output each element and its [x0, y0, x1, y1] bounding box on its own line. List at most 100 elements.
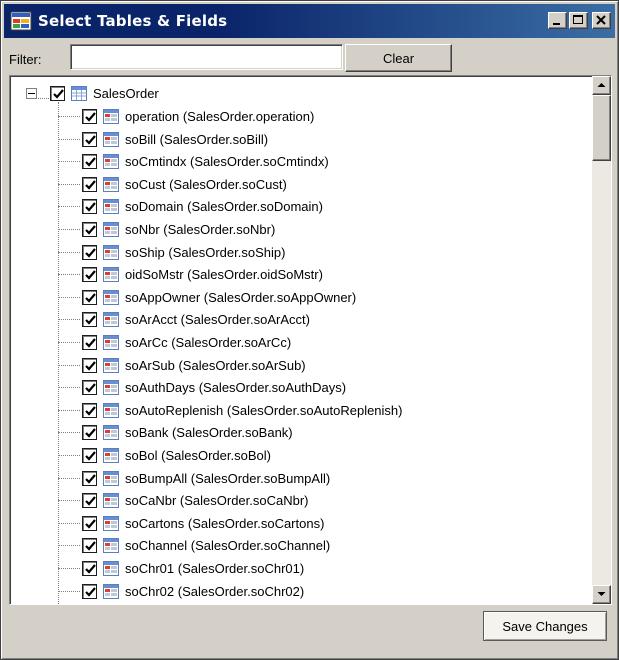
- field-checkbox[interactable]: [82, 109, 97, 124]
- tree-node-field[interactable]: soAppOwner (SalesOrder.soAppOwner): [12, 287, 582, 307]
- tree-connector: [58, 409, 80, 411]
- filter-input[interactable]: [70, 44, 343, 70]
- tree-node-field[interactable]: soChr01 (SalesOrder.soChr01): [12, 558, 582, 578]
- tree-node-field[interactable]: soChr02 (SalesOrder.soChr02): [12, 581, 582, 601]
- maximize-button[interactable]: [569, 12, 588, 29]
- field-checkbox[interactable]: [82, 131, 97, 147]
- tree-node-field[interactable]: soCartons (SalesOrder.soCartons): [12, 513, 582, 533]
- field-icon: [103, 357, 119, 373]
- tree-node-field[interactable]: soCust (SalesOrder.soCust): [12, 174, 582, 194]
- tree-node-field[interactable]: soBol (SalesOrder.soBol): [12, 445, 582, 465]
- tree-node-field[interactable]: soCaNbr (SalesOrder.soCaNbr): [12, 490, 582, 510]
- field-checkbox[interactable]: [82, 583, 97, 599]
- tree-node-field[interactable]: operation (SalesOrder.operation): [12, 106, 582, 126]
- close-button[interactable]: [592, 12, 611, 29]
- tree-node-field[interactable]: oidSoMstr (SalesOrder.oidSoMstr): [12, 264, 582, 284]
- collapse-toggle-icon[interactable]: [26, 88, 37, 99]
- tree-node-field[interactable]: soBank (SalesOrder.soBank): [12, 422, 582, 442]
- root-checkbox[interactable]: [50, 86, 65, 101]
- field-checkbox[interactable]: [82, 176, 97, 192]
- field-checkbox[interactable]: [82, 312, 97, 328]
- checkmark-icon: [85, 451, 96, 461]
- field-checkbox[interactable]: [82, 267, 97, 283]
- tree-node-field[interactable]: soBumpAll (SalesOrder.soBumpAll): [12, 468, 582, 488]
- arrow-down-icon: [597, 592, 606, 596]
- field-checkbox[interactable]: [82, 425, 97, 441]
- tree-connector: [58, 296, 80, 298]
- save-changes-button[interactable]: Save Changes: [483, 611, 607, 641]
- tree-connector: [58, 342, 80, 343]
- tree-node-root[interactable]: SalesOrder: [12, 83, 582, 103]
- tree-node-field[interactable]: soArCc (SalesOrder.soArCc): [12, 332, 582, 352]
- field-checkbox[interactable]: [82, 515, 97, 531]
- field-label: soDomain (SalesOrder.soDomain): [125, 199, 323, 215]
- tree-node-field[interactable]: soDomain (SalesOrder.soDomain): [12, 196, 582, 216]
- field-checkbox[interactable]: [82, 154, 97, 170]
- field-checkbox[interactable]: [82, 448, 97, 463]
- vertical-scrollbar[interactable]: [592, 76, 611, 604]
- tree-node-field[interactable]: soAutoReplenish (SalesOrder.soAutoReplen…: [12, 400, 582, 420]
- field-label: soCaNbr (SalesOrder.soCaNbr): [125, 493, 309, 509]
- field-checkbox[interactable]: [82, 493, 97, 509]
- checkmark-icon: [85, 202, 96, 213]
- field-icon: [103, 109, 119, 124]
- checkmark-icon: [85, 157, 96, 167]
- tree-node-field[interactable]: soShip (SalesOrder.soShip): [12, 242, 582, 262]
- field-icon: [103, 425, 119, 441]
- field-checkbox[interactable]: [82, 199, 97, 215]
- field-label: soArAcct (SalesOrder.soArAcct): [125, 312, 310, 328]
- field-checkbox[interactable]: [82, 335, 97, 350]
- arrow-up-icon: [597, 83, 606, 87]
- field-checkbox[interactable]: [82, 538, 97, 554]
- tree-connector: [58, 251, 80, 253]
- clear-button[interactable]: Clear: [345, 44, 452, 72]
- tree-node-field[interactable]: soChannel (SalesOrder.soChannel): [12, 535, 582, 555]
- tree-node-field[interactable]: soArAcct (SalesOrder.soArAcct): [12, 309, 582, 329]
- scroll-down-button[interactable]: [592, 585, 611, 604]
- field-checkbox[interactable]: [82, 402, 97, 418]
- field-icon: [103, 583, 119, 599]
- tree-connector: [58, 274, 80, 276]
- field-icon: [103, 289, 119, 305]
- field-checkbox[interactable]: [82, 357, 97, 373]
- field-label: soChr01 (SalesOrder.soChr01): [125, 561, 305, 576]
- tree-node-field[interactable]: soAuthDays (SalesOrder.soAuthDays): [12, 377, 582, 397]
- field-label: soBol (SalesOrder.soBol): [125, 448, 271, 463]
- tree-connector: [58, 206, 80, 208]
- field-label: soCmtindx (SalesOrder.soCmtindx): [125, 154, 329, 170]
- scroll-up-button[interactable]: [592, 76, 611, 95]
- checkmark-icon: [85, 315, 96, 326]
- title-bar[interactable]: Select Tables & Fields: [4, 4, 615, 38]
- field-icon: [103, 312, 119, 328]
- field-checkbox[interactable]: [82, 244, 97, 260]
- tree-connector: [58, 364, 80, 366]
- scrollbar-thumb[interactable]: [592, 95, 611, 161]
- field-label: soShip (SalesOrder.soShip): [125, 244, 286, 260]
- field-checkbox[interactable]: [82, 561, 97, 576]
- checkmark-icon: [85, 247, 96, 258]
- tree-node-field[interactable]: soArSub (SalesOrder.soArSub): [12, 355, 582, 375]
- tables-fields-tree[interactable]: SalesOrder operation (SalesOrder.operati…: [9, 75, 612, 605]
- tree-node-field[interactable]: soNbr (SalesOrder.soNbr): [12, 219, 582, 239]
- minimize-button[interactable]: [548, 12, 567, 29]
- checkmark-icon: [85, 496, 96, 506]
- tree-connector: [58, 138, 80, 140]
- field-label: soArCc (SalesOrder.soArCc): [125, 335, 292, 350]
- tree-node-field[interactable]: soCmtindx (SalesOrder.soCmtindx): [12, 151, 582, 171]
- bottom-panel: Save Changes: [9, 607, 612, 653]
- field-label: soAppOwner (SalesOrder.soAppOwner): [125, 289, 357, 305]
- field-checkbox[interactable]: [82, 289, 97, 305]
- checkmark-icon: [85, 586, 96, 597]
- field-icon: [103, 335, 119, 350]
- field-checkbox[interactable]: [82, 222, 97, 237]
- tree-node-field[interactable]: soBill (SalesOrder.soBill): [12, 129, 582, 149]
- tree-connector: [58, 183, 80, 185]
- select-tables-fields-window: Select Tables & Fields Filter: Clear Sal…: [0, 0, 619, 660]
- checkmark-icon: [85, 338, 96, 348]
- field-label: operation (SalesOrder.operation): [125, 109, 315, 124]
- field-checkbox[interactable]: [82, 380, 97, 396]
- field-checkbox[interactable]: [82, 470, 97, 486]
- tree-node-field[interactable]: soChr03 (SalesOrder.soChr03): [12, 603, 582, 604]
- window-app-icon: [10, 10, 32, 32]
- title-buttons: [546, 12, 611, 29]
